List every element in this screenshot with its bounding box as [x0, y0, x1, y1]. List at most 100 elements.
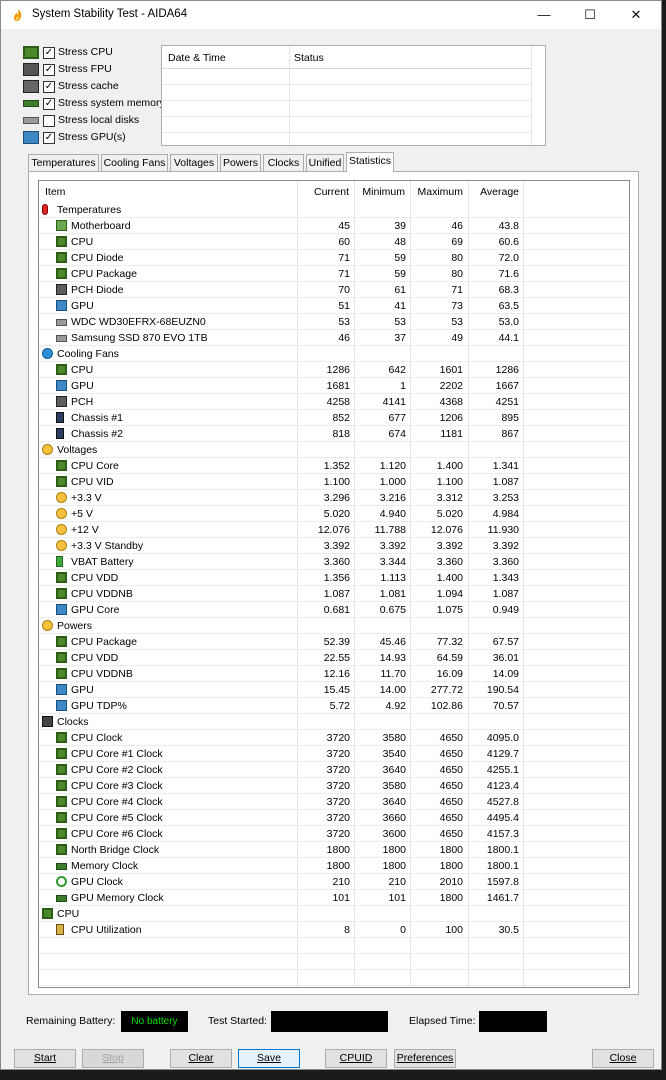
group-label: Powers [57, 620, 93, 632]
close-button[interactable]: Close [592, 1049, 654, 1068]
table-group-row[interactable]: Cooling Fans [39, 346, 629, 362]
table-group-row[interactable]: Voltages [39, 442, 629, 458]
cpuid-button[interactable]: CPUID [325, 1049, 387, 1068]
tab-voltages[interactable]: Voltages [170, 154, 218, 171]
current-value: 1.352 [323, 460, 350, 472]
table-row[interactable]: +3.3 V Standby 3.392 3.392 3.392 3.392 [39, 538, 629, 554]
item-name: GPU Memory Clock [71, 892, 164, 904]
table-row[interactable]: Motherboard 45 39 46 43.8 [39, 218, 629, 234]
cpu-icon [56, 572, 67, 583]
table-row[interactable]: GPU 51 41 73 63.5 [39, 298, 629, 314]
empty-row [39, 938, 629, 954]
column-header-maximum[interactable]: Maximum [411, 186, 463, 198]
table-row[interactable]: CPU VDDNB 1.087 1.081 1.094 1.087 [39, 586, 629, 602]
table-row[interactable]: Samsung SSD 870 EVO 1TB 46 37 49 44.1 [39, 330, 629, 346]
tab-powers[interactable]: Powers [220, 154, 261, 171]
table-row[interactable]: CPU Package 71 59 80 71.6 [39, 266, 629, 282]
current-value: 60 [338, 236, 350, 248]
table-row[interactable]: CPU Diode 71 59 80 72.0 [39, 250, 629, 266]
table-group-row[interactable]: Temperatures [39, 202, 629, 218]
checked-checkbox[interactable]: ✓ [43, 64, 55, 76]
item-name: CPU Diode [71, 252, 124, 264]
minimize-button[interactable]: — [521, 1, 567, 29]
table-row[interactable]: CPU Core #4 Clock 3720 3640 4650 4527.8 [39, 794, 629, 810]
stop-button[interactable]: Stop [82, 1049, 144, 1068]
chassis-icon [56, 412, 64, 423]
item-name: CPU VDD [71, 572, 119, 584]
minimum-value: 3580 [382, 732, 406, 744]
close-window-button[interactable]: ✕ [613, 1, 659, 29]
minimum-value: 37 [394, 332, 406, 344]
table-row[interactable]: Chassis #1 852 677 1206 895 [39, 410, 629, 426]
average-value: 72.0 [498, 252, 519, 264]
voltage-icon [42, 444, 53, 455]
column-header-current[interactable]: Current [299, 186, 349, 198]
test-started-label: Test Started: [208, 1015, 267, 1027]
item-name: GPU Core [71, 604, 120, 616]
clear-button[interactable]: Clear [170, 1049, 232, 1068]
tab-temperatures[interactable]: Temperatures [28, 154, 99, 171]
table-row[interactable]: CPU VDD 1.356 1.113 1.400 1.343 [39, 570, 629, 586]
table-row[interactable]: CPU Core #3 Clock 3720 3580 4650 4123.4 [39, 778, 629, 794]
tab-unified[interactable]: Unified [306, 154, 344, 171]
table-group-row[interactable]: Clocks [39, 714, 629, 730]
table-row[interactable]: CPU Clock 3720 3580 4650 4095.0 [39, 730, 629, 746]
table-row[interactable]: CPU Core 1.352 1.120 1.400 1.341 [39, 458, 629, 474]
group-label: Temperatures [57, 204, 122, 216]
table-group-row[interactable]: CPU [39, 906, 629, 922]
table-row[interactable]: CPU VDD 22.55 14.93 64.59 36.01 [39, 650, 629, 666]
clear-label: Clear [188, 1052, 214, 1064]
statistics-table[interactable]: Item Current Minimum Maximum Average Tem… [38, 180, 630, 988]
table-row[interactable]: Chassis #2 818 674 1181 867 [39, 426, 629, 442]
table-row[interactable]: CPU VID 1.100 1.000 1.100 1.087 [39, 474, 629, 490]
table-row[interactable]: North Bridge Clock 1800 1800 1800 1800.1 [39, 842, 629, 858]
tab-statistics[interactable]: Statistics [346, 152, 394, 172]
average-value: 43.8 [498, 220, 519, 232]
item-name: CPU [71, 364, 94, 376]
table-row[interactable]: CPU Core #1 Clock 3720 3540 4650 4129.7 [39, 746, 629, 762]
minimum-value: 0.675 [379, 604, 406, 616]
table-row[interactable]: +3.3 V 3.296 3.216 3.312 3.253 [39, 490, 629, 506]
checked-checkbox[interactable]: ✓ [43, 47, 55, 59]
table-group-row[interactable]: Powers [39, 618, 629, 634]
column-header-minimum[interactable]: Minimum [355, 186, 405, 198]
table-row[interactable]: CPU Core #2 Clock 3720 3640 4650 4255.1 [39, 762, 629, 778]
table-row[interactable]: GPU Memory Clock 101 101 1800 1461.7 [39, 890, 629, 906]
checked-checkbox[interactable]: ✓ [43, 81, 55, 93]
table-row[interactable]: VBAT Battery 3.360 3.344 3.360 3.360 [39, 554, 629, 570]
table-row[interactable]: GPU Clock 210 210 2010 1597.8 [39, 874, 629, 890]
table-row[interactable]: +12 V 12.076 11.788 12.076 11.930 [39, 522, 629, 538]
checked-checkbox[interactable]: ✓ [43, 98, 55, 110]
table-row[interactable]: CPU 60 48 69 60.6 [39, 234, 629, 250]
current-value: 71 [338, 252, 350, 264]
table-row[interactable]: Memory Clock 1800 1800 1800 1800.1 [39, 858, 629, 874]
save-button[interactable]: Save [238, 1049, 300, 1068]
checked-checkbox[interactable]: ✓ [43, 132, 55, 144]
table-row[interactable]: PCH 4258 4141 4368 4251 [39, 394, 629, 410]
unchecked-checkbox[interactable] [43, 115, 55, 127]
table-row[interactable]: CPU Core #5 Clock 3720 3660 4650 4495.4 [39, 810, 629, 826]
table-row[interactable]: CPU Utilization 8 0 100 30.5 [39, 922, 629, 938]
table-row[interactable]: GPU Core 0.681 0.675 1.075 0.949 [39, 602, 629, 618]
table-row[interactable]: PCH Diode 70 61 71 68.3 [39, 282, 629, 298]
table-row[interactable]: +5 V 5.020 4.940 5.020 4.984 [39, 506, 629, 522]
tab-clocks[interactable]: Clocks [263, 154, 304, 171]
preferences-button[interactable]: Preferences [394, 1049, 456, 1068]
maximum-value: 2202 [439, 380, 463, 392]
table-row[interactable]: GPU TDP% 5.72 4.92 102.86 70.57 [39, 698, 629, 714]
column-header-average[interactable]: Average [469, 186, 519, 198]
table-row[interactable]: GPU 1681 1 2202 1667 [39, 378, 629, 394]
maximum-value: 1.094 [436, 588, 463, 600]
tab-cooling-fans[interactable]: Cooling Fans [101, 154, 168, 171]
column-header-item[interactable]: Item [45, 186, 65, 198]
current-value: 3720 [326, 748, 350, 760]
table-row[interactable]: CPU Core #6 Clock 3720 3600 4650 4157.3 [39, 826, 629, 842]
start-button[interactable]: Start [14, 1049, 76, 1068]
table-row[interactable]: CPU 1286 642 1601 1286 [39, 362, 629, 378]
table-row[interactable]: CPU Package 52.39 45.46 77.32 67.57 [39, 634, 629, 650]
table-row[interactable]: CPU VDDNB 12.16 11.70 16.09 14.09 [39, 666, 629, 682]
table-row[interactable]: GPU 15.45 14.00 277.72 190.54 [39, 682, 629, 698]
cpu-icon [56, 828, 67, 839]
maximize-button[interactable]: ☐ [567, 1, 613, 29]
table-row[interactable]: WDC WD30EFRX-68EUZN0 53 53 53 53.0 [39, 314, 629, 330]
